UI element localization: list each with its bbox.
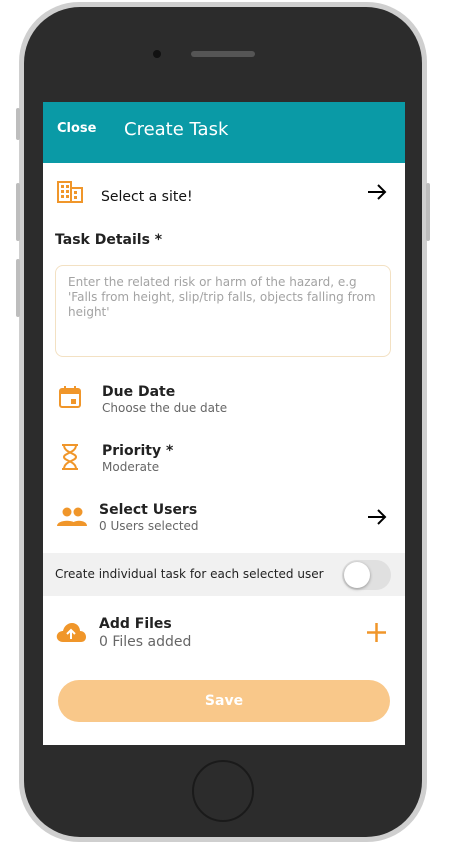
priority-value[interactable]: Moderate (102, 460, 159, 474)
plus-icon[interactable] (366, 622, 387, 643)
individual-task-label: Create individual task for each selected… (55, 567, 324, 581)
arrow-right-icon[interactable] (366, 182, 388, 202)
building-icon (57, 181, 83, 203)
side-button (16, 259, 20, 317)
side-button (16, 183, 20, 241)
page-title: Create Task (124, 119, 229, 140)
users-count[interactable]: 0 Users selected (99, 519, 199, 533)
task-details-label: Task Details * (55, 232, 163, 248)
home-button[interactable] (192, 760, 254, 822)
select-users-label[interactable]: Select Users (99, 502, 197, 518)
task-details-input[interactable]: Enter the related risk or harm of the ha… (55, 265, 391, 357)
priority-label[interactable]: Priority * (102, 443, 173, 459)
close-button[interactable]: Close (57, 121, 96, 136)
screen: Close Create Task Select a site! Task De… (43, 102, 405, 745)
side-button (426, 183, 430, 241)
individual-task-toggle[interactable] (342, 560, 391, 590)
speaker (191, 51, 255, 57)
due-date-value[interactable]: Choose the due date (102, 401, 227, 415)
calendar-icon (59, 386, 81, 408)
cloud-upload-icon (56, 623, 86, 642)
save-button[interactable]: Save (58, 680, 390, 722)
individual-task-row: Create individual task for each selected… (43, 553, 405, 596)
toggle-knob (344, 562, 370, 588)
header: Close Create Task (43, 102, 405, 163)
add-files-label[interactable]: Add Files (99, 616, 172, 632)
due-date-label[interactable]: Due Date (102, 384, 175, 400)
files-count[interactable]: 0 Files added (99, 634, 191, 650)
hourglass-icon (62, 444, 78, 470)
side-button (16, 108, 20, 140)
select-site-label[interactable]: Select a site! (101, 189, 193, 205)
people-icon (57, 507, 87, 526)
arrow-right-icon[interactable] (366, 507, 388, 527)
camera (153, 50, 161, 58)
